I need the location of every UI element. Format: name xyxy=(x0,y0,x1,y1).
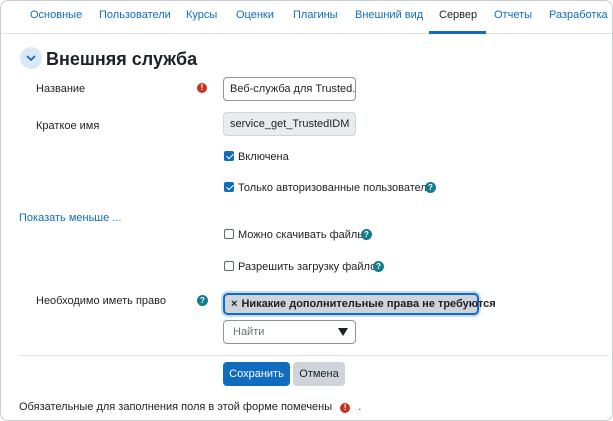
page-frame: Основные Пользователи Курсы Оценки Плаги… xyxy=(0,0,613,421)
restricted-users-label: Только авторизованные пользователи xyxy=(238,182,433,194)
download-files-checkbox[interactable] xyxy=(224,229,234,239)
help-icon[interactable]: ? xyxy=(197,295,208,306)
capability-label: Необходимо иметь право xyxy=(36,295,166,307)
tab-grades[interactable]: Оценки xyxy=(236,1,274,34)
required-icon: ! xyxy=(197,83,207,93)
save-button[interactable]: Сохранить xyxy=(223,362,290,386)
search-placeholder: Найти xyxy=(233,326,265,338)
enabled-label: Включена xyxy=(238,151,289,163)
required-icon: ! xyxy=(340,403,351,413)
chevron-down-icon xyxy=(26,55,36,61)
divider xyxy=(19,355,609,356)
required-note-text: Обязательные для заполнения поля в этой … xyxy=(19,401,333,413)
upload-files-label: Разрешить загрузку файлов xyxy=(238,261,383,273)
enabled-checkbox[interactable] xyxy=(224,151,234,161)
required-note-end: . xyxy=(358,401,362,413)
tab-general[interactable]: Основные xyxy=(30,1,82,34)
restricted-users-checkbox[interactable] xyxy=(224,182,234,192)
remove-icon[interactable]: × xyxy=(231,298,237,310)
caret-down-icon xyxy=(338,328,348,336)
tab-courses[interactable]: Курсы xyxy=(186,1,217,34)
help-icon[interactable]: ? xyxy=(373,261,384,272)
help-icon[interactable]: ? xyxy=(361,229,372,240)
capability-search-select[interactable]: Найти xyxy=(223,320,356,344)
download-files-label: Можно скачивать файлы xyxy=(238,229,366,241)
help-icon[interactable]: ? xyxy=(425,182,436,193)
name-label: Название xyxy=(36,83,86,95)
shortname-input[interactable]: service_get_TrustedIDM xyxy=(223,112,356,136)
tab-server[interactable]: Сервер xyxy=(439,1,477,34)
collapse-section-button[interactable] xyxy=(20,47,42,69)
capability-chip[interactable]: × Никакие дополнительные права не требуют… xyxy=(223,293,496,315)
tab-plugins[interactable]: Плагины xyxy=(293,1,338,34)
tab-reports[interactable]: Отчеты xyxy=(494,1,532,34)
section-title: Внешняя служба xyxy=(46,49,198,69)
name-input[interactable]: Веб-служба для Trusted.I xyxy=(223,77,356,101)
admin-tabs: Основные Пользователи Курсы Оценки Плаги… xyxy=(1,1,612,34)
tab-appearance[interactable]: Внешний вид xyxy=(355,1,423,34)
show-less-link[interactable]: Показать меньше ... xyxy=(19,212,121,224)
capability-chip-label: Никакие дополнительные права не требуютс… xyxy=(241,298,496,310)
required-fields-note: Обязательные для заполнения поля в этой … xyxy=(19,401,361,413)
cancel-button[interactable]: Отмена xyxy=(293,362,345,386)
tab-development[interactable]: Разработка xyxy=(549,1,608,34)
shortname-label: Краткое имя xyxy=(36,120,100,132)
active-tab-indicator xyxy=(429,31,486,34)
upload-files-checkbox[interactable] xyxy=(224,261,234,271)
tab-users[interactable]: Пользователи xyxy=(99,1,171,34)
